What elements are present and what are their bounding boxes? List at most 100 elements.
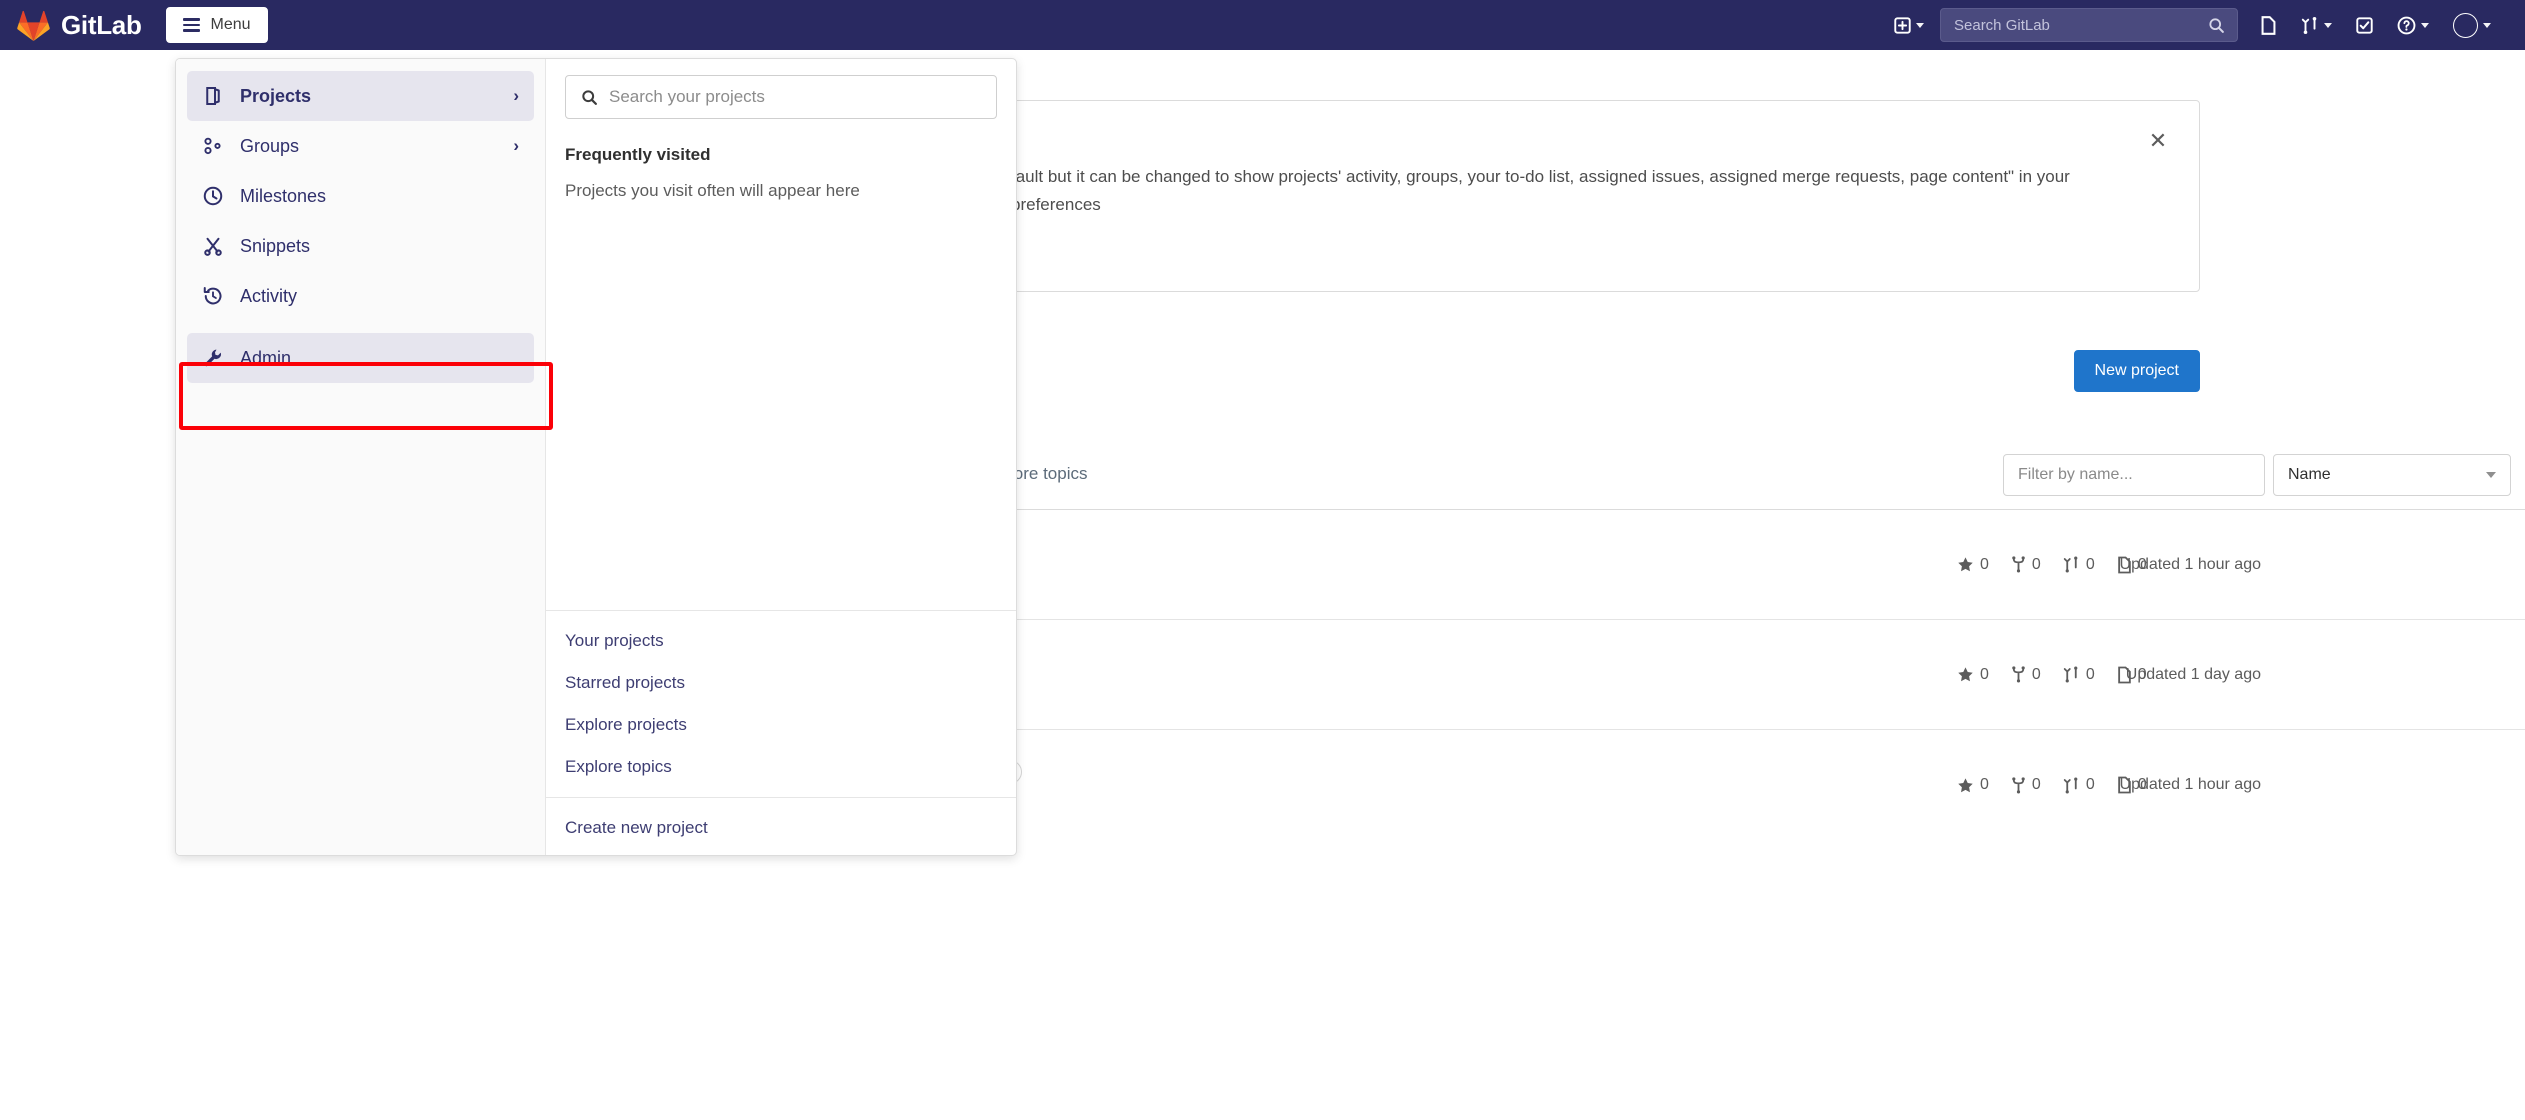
tabs-and-filters: lore topics Name bbox=[1010, 438, 2525, 510]
alert-text: fault but it can be changed to show proj… bbox=[1011, 167, 2070, 215]
frequently-visited-title: Frequently visited bbox=[565, 145, 711, 164]
menu-links: Your projects Starred projects Explore p… bbox=[546, 610, 1016, 855]
forks-count: 0 bbox=[2031, 555, 2041, 573]
sort-select[interactable]: Name bbox=[2273, 454, 2511, 496]
divider bbox=[546, 610, 1016, 611]
stat-forks[interactable]: 0 bbox=[2011, 666, 2041, 684]
stat-stars[interactable]: 0 bbox=[1957, 666, 1989, 684]
sidebar-item-label: Admin bbox=[240, 347, 292, 368]
menu-link-your-projects[interactable]: Your projects bbox=[546, 620, 1016, 662]
menu-button[interactable]: Menu bbox=[165, 7, 268, 43]
sidebar-item-label: Milestones bbox=[240, 185, 327, 206]
fork-icon bbox=[2012, 776, 2025, 793]
stat-forks[interactable]: 0 bbox=[2011, 776, 2041, 794]
stars-count: 0 bbox=[1980, 665, 1989, 683]
search-projects-input[interactable] bbox=[609, 87, 981, 107]
project-updated: Updated 1 day ago bbox=[2125, 665, 2261, 683]
fork-icon bbox=[2012, 666, 2025, 683]
stars-count: 0 bbox=[1980, 555, 1989, 573]
avatar bbox=[2453, 12, 2478, 38]
sidebar-item-admin[interactable]: Admin bbox=[187, 333, 534, 383]
merge-requests-count: 0 bbox=[2085, 555, 2095, 573]
close-icon[interactable]: ✕ bbox=[2147, 130, 2169, 153]
chevron-down-icon bbox=[1916, 22, 1924, 28]
merge-request-icon bbox=[2063, 556, 2078, 573]
project-stats: 0 0 0 0 bbox=[1957, 556, 2147, 574]
sidebar-item-projects[interactable]: Projects › bbox=[187, 71, 534, 121]
project-updated: Updated 1 hour ago bbox=[2119, 776, 2261, 793]
frequently-visited-empty: Projects you visit often will appear her… bbox=[565, 181, 860, 200]
project-search[interactable] bbox=[565, 75, 997, 119]
chevron-down-icon bbox=[2483, 22, 2491, 28]
info-alert: ✕ fault but it can be changed to show pr… bbox=[1010, 100, 2200, 292]
menu-link-starred-projects[interactable]: Starred projects bbox=[546, 662, 1016, 704]
clock-icon bbox=[202, 186, 223, 207]
sort-select-value: Name bbox=[2288, 466, 2331, 483]
todos-nav-item[interactable] bbox=[2344, 0, 2385, 50]
merge-request-icon bbox=[2301, 16, 2317, 34]
merge-request-icon bbox=[2063, 777, 2078, 793]
project-stats: 0 0 0 0 bbox=[1957, 776, 2147, 794]
menu-link-explore-topics[interactable]: Explore topics bbox=[546, 746, 1016, 788]
global-search[interactable] bbox=[1940, 8, 2238, 42]
sidebar-item-label: Snippets bbox=[240, 235, 311, 256]
sidebar-item-label: Groups bbox=[240, 135, 300, 156]
merge-requests-nav-item[interactable] bbox=[2289, 0, 2344, 50]
gitlab-logo-icon[interactable] bbox=[17, 10, 50, 41]
tab-explore-topics[interactable]: lore topics bbox=[1010, 464, 1087, 484]
search-input[interactable] bbox=[1941, 9, 2237, 41]
menu-button-label: Menu bbox=[210, 16, 251, 33]
issues-nav-item[interactable] bbox=[2248, 0, 2289, 50]
navbar-left: GitLab Menu bbox=[0, 7, 268, 43]
new-dropdown[interactable] bbox=[1882, 0, 1936, 50]
new-project-row: New project bbox=[1010, 350, 2200, 406]
chevron-down-icon bbox=[2421, 22, 2429, 28]
menu-link-create-new-project[interactable]: Create new project bbox=[546, 807, 1016, 849]
plus-square-icon bbox=[1894, 16, 1911, 34]
sidebar-item-milestones[interactable]: Milestones bbox=[187, 171, 534, 221]
sidebar-item-groups[interactable]: Groups › bbox=[187, 121, 534, 171]
sidebar-item-activity[interactable]: Activity bbox=[187, 271, 534, 321]
top-navbar: GitLab Menu bbox=[0, 0, 2525, 50]
sidebar-item-label: Projects bbox=[240, 85, 312, 106]
stat-merge-requests[interactable]: 0 bbox=[2063, 666, 2095, 684]
hamburger-icon bbox=[182, 18, 200, 32]
forks-count: 0 bbox=[2031, 776, 2041, 793]
chevron-down-icon bbox=[2486, 472, 2496, 478]
merge-requests-count: 0 bbox=[2085, 665, 2095, 683]
search-icon bbox=[2209, 18, 2224, 33]
star-icon bbox=[1958, 777, 1973, 792]
filter-by-name-input[interactable] bbox=[2003, 454, 2265, 496]
help-circle-icon bbox=[2397, 16, 2416, 34]
fork-icon bbox=[2012, 556, 2025, 573]
stat-merge-requests[interactable]: 0 bbox=[2063, 556, 2095, 574]
issues-icon bbox=[2261, 15, 2276, 35]
wrench-icon bbox=[202, 348, 223, 369]
stat-merge-requests[interactable]: 0 bbox=[2063, 776, 2095, 794]
stat-stars[interactable]: 0 bbox=[1957, 776, 1989, 794]
menu-link-explore-projects[interactable]: Explore projects bbox=[546, 704, 1016, 746]
navbar-right bbox=[1882, 0, 2525, 50]
stat-forks[interactable]: 0 bbox=[2011, 556, 2041, 574]
stat-stars[interactable]: 0 bbox=[1957, 556, 1989, 574]
merge-requests-count: 0 bbox=[2085, 776, 2095, 793]
todo-check-icon bbox=[2356, 16, 2373, 34]
groups-icon bbox=[202, 136, 223, 157]
menu-sidebar: Projects › Groups › Milestones Snippets … bbox=[176, 59, 553, 855]
projects-icon bbox=[202, 86, 223, 107]
new-project-button[interactable]: New project bbox=[2073, 350, 2200, 392]
main-menu-dropdown: Projects › Groups › Milestones Snippets … bbox=[175, 58, 1017, 856]
star-icon bbox=[1958, 557, 1973, 572]
project-search-wrapper bbox=[546, 75, 1016, 119]
chevron-down-icon bbox=[2324, 22, 2332, 28]
chevron-right-icon: › bbox=[513, 136, 519, 155]
sidebar-item-snippets[interactable]: Snippets bbox=[187, 221, 534, 271]
merge-request-icon bbox=[2063, 666, 2078, 683]
divider bbox=[546, 797, 1016, 798]
help-nav-item[interactable] bbox=[2385, 0, 2441, 50]
user-menu[interactable] bbox=[2441, 0, 2503, 50]
gitlab-wordmark: GitLab bbox=[61, 9, 142, 40]
menu-main-panel: Frequently visited Projects you visit of… bbox=[546, 59, 1016, 855]
star-icon bbox=[1958, 667, 1973, 682]
chevron-right-icon: › bbox=[513, 86, 519, 105]
